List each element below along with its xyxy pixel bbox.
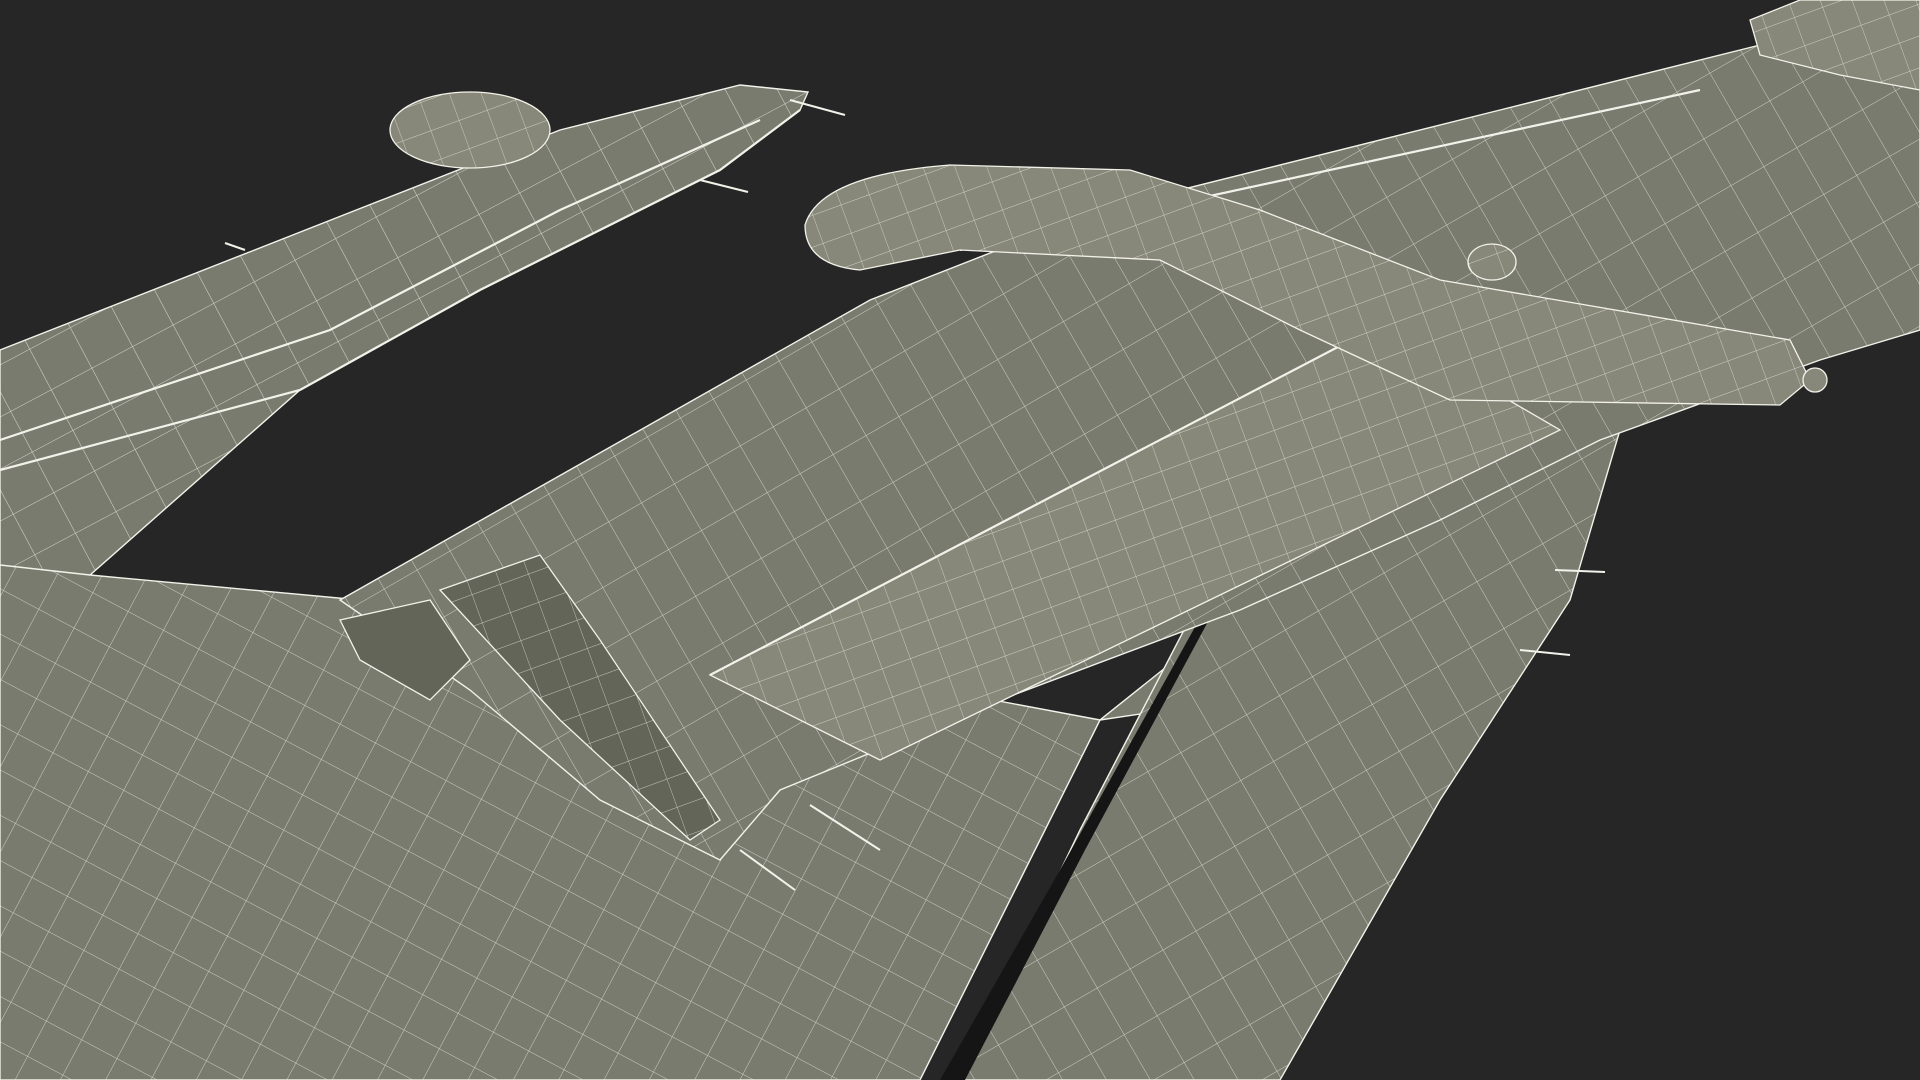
render-viewport [0,0,1920,1080]
far-wing-static-wick-3 [224,242,246,251]
nacelle-nose-cap [1802,367,1828,393]
nacelle-dome-grid [1468,244,1516,280]
far-nacelle-grid [390,92,550,168]
wireframe-scene [0,0,1920,1080]
far-wing-static-wick-2 [699,179,749,193]
